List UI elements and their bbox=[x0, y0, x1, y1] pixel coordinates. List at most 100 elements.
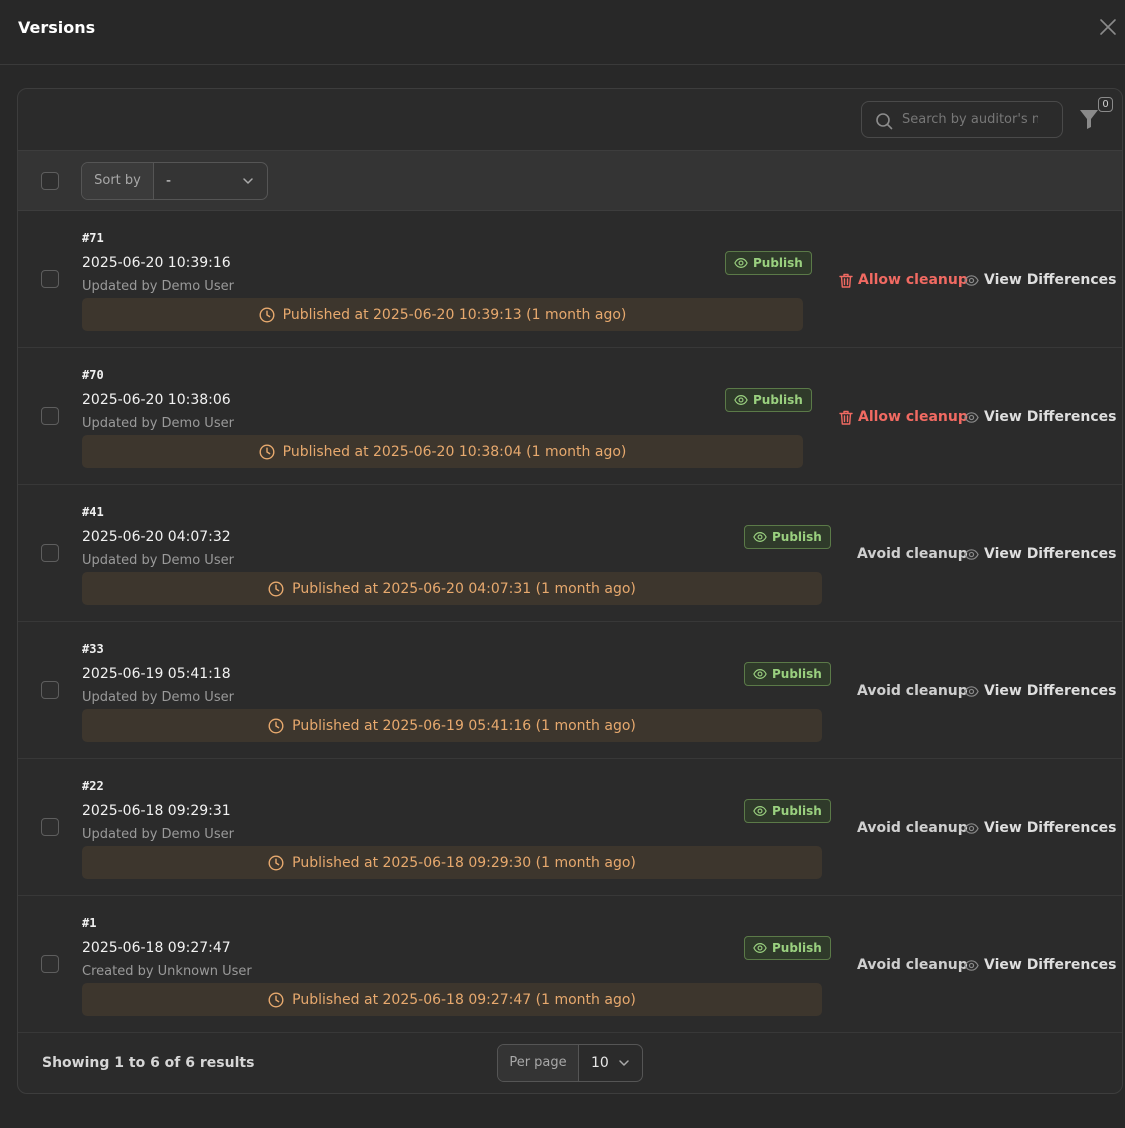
row-checkbox[interactable] bbox=[41, 270, 59, 288]
view-differences-button[interactable]: View Differences bbox=[964, 270, 1116, 290]
allow-cleanup-button[interactable]: Allow cleanup bbox=[839, 407, 968, 427]
eye-icon bbox=[964, 547, 979, 562]
sort-value: - bbox=[166, 173, 172, 189]
eye-icon bbox=[753, 941, 767, 955]
version-author: Created by Unknown User bbox=[82, 964, 252, 979]
sort-label: Sort by bbox=[82, 163, 154, 199]
published-at-bar: Published at 2025-06-19 05:41:16 (1 mont… bbox=[82, 709, 822, 742]
search-input[interactable] bbox=[902, 102, 1038, 137]
versions-list: #71 2025-06-20 10:39:16 Updated by Demo … bbox=[18, 211, 1122, 1033]
cleanup-label: Allow cleanup bbox=[858, 272, 968, 288]
avoid-cleanup-button[interactable]: Avoid cleanup bbox=[857, 681, 968, 701]
clock-icon bbox=[259, 443, 275, 460]
publish-badge-label: Publish bbox=[772, 530, 822, 544]
avoid-cleanup-button[interactable]: Avoid cleanup bbox=[857, 544, 968, 564]
per-page-value: 10 bbox=[591, 1055, 609, 1071]
view-differences-label: View Differences bbox=[984, 272, 1117, 288]
publish-badge: Publish bbox=[725, 388, 812, 412]
sort-select[interactable]: Sort by - bbox=[81, 162, 268, 200]
publish-badge: Publish bbox=[744, 936, 831, 960]
eye-icon bbox=[964, 410, 979, 425]
version-date: 2025-06-20 10:39:16 bbox=[82, 255, 231, 271]
version-row: #70 2025-06-20 10:38:06 Updated by Demo … bbox=[18, 348, 1122, 485]
eye-icon bbox=[753, 804, 767, 818]
row-checkbox[interactable] bbox=[41, 407, 59, 425]
row-checkbox[interactable] bbox=[41, 681, 59, 699]
version-author: Updated by Demo User bbox=[82, 416, 234, 431]
version-row: #22 2025-06-18 09:29:31 Updated by Demo … bbox=[18, 759, 1122, 896]
view-differences-button[interactable]: View Differences bbox=[964, 955, 1116, 975]
view-differences-button[interactable]: View Differences bbox=[964, 544, 1116, 564]
version-author: Updated by Demo User bbox=[82, 827, 234, 842]
published-at-text: Published at 2025-06-19 05:41:16 (1 mont… bbox=[292, 717, 636, 734]
published-at-bar: Published at 2025-06-18 09:29:30 (1 mont… bbox=[82, 846, 822, 879]
version-date: 2025-06-18 09:29:31 bbox=[82, 803, 231, 819]
published-at-bar: Published at 2025-06-18 09:27:47 (1 mont… bbox=[82, 983, 822, 1016]
view-differences-label: View Differences bbox=[984, 820, 1117, 836]
publish-badge-label: Publish bbox=[753, 393, 803, 407]
view-differences-button[interactable]: View Differences bbox=[964, 818, 1116, 838]
publish-badge-label: Publish bbox=[772, 667, 822, 681]
publish-badge: Publish bbox=[744, 662, 831, 686]
version-id: #22 bbox=[82, 779, 104, 793]
eye-icon bbox=[734, 256, 748, 270]
published-at-bar: Published at 2025-06-20 04:07:31 (1 mont… bbox=[82, 572, 822, 605]
version-date: 2025-06-19 05:41:18 bbox=[82, 666, 231, 682]
view-differences-label: View Differences bbox=[984, 546, 1117, 562]
published-at-bar: Published at 2025-06-20 10:39:13 (1 mont… bbox=[82, 298, 803, 331]
close-icon[interactable] bbox=[1099, 18, 1117, 36]
published-at-text: Published at 2025-06-20 04:07:31 (1 mont… bbox=[292, 580, 636, 597]
clock-icon bbox=[268, 991, 284, 1008]
publish-badge: Publish bbox=[744, 799, 831, 823]
version-author: Updated by Demo User bbox=[82, 279, 234, 294]
cleanup-label: Avoid cleanup bbox=[857, 820, 968, 836]
view-differences-label: View Differences bbox=[984, 409, 1117, 425]
avoid-cleanup-button[interactable]: Avoid cleanup bbox=[857, 955, 968, 975]
version-id: #41 bbox=[82, 505, 104, 519]
view-differences-button[interactable]: View Differences bbox=[964, 681, 1116, 701]
version-row: #33 2025-06-19 05:41:18 Updated by Demo … bbox=[18, 622, 1122, 759]
publish-badge: Publish bbox=[725, 251, 812, 275]
clock-icon bbox=[268, 717, 284, 734]
sort-bar: Sort by - bbox=[18, 150, 1122, 211]
eye-icon bbox=[964, 821, 979, 836]
view-differences-label: View Differences bbox=[984, 957, 1117, 973]
view-differences-button[interactable]: View Differences bbox=[964, 407, 1116, 427]
cleanup-label: Allow cleanup bbox=[858, 409, 968, 425]
row-checkbox[interactable] bbox=[41, 955, 59, 973]
allow-cleanup-button[interactable]: Allow cleanup bbox=[839, 270, 968, 290]
published-at-text: Published at 2025-06-20 10:39:13 (1 mont… bbox=[282, 306, 627, 323]
search-box[interactable] bbox=[861, 101, 1063, 138]
published-at-text: Published at 2025-06-20 10:38:04 (1 mont… bbox=[282, 443, 627, 460]
published-at-text: Published at 2025-06-18 09:29:30 (1 mont… bbox=[292, 854, 636, 871]
publish-badge-label: Publish bbox=[772, 804, 822, 818]
per-page-label: Per page bbox=[498, 1045, 579, 1081]
publish-badge: Publish bbox=[744, 525, 831, 549]
version-author: Updated by Demo User bbox=[82, 690, 234, 705]
chevron-down-icon bbox=[243, 178, 253, 184]
eye-icon bbox=[964, 684, 979, 699]
cleanup-label: Avoid cleanup bbox=[857, 957, 968, 973]
select-all-checkbox[interactable] bbox=[41, 172, 59, 190]
avoid-cleanup-button[interactable]: Avoid cleanup bbox=[857, 818, 968, 838]
modal-title: Versions bbox=[18, 18, 96, 37]
results-summary: Showing 1 to 6 of 6 results bbox=[42, 1055, 255, 1071]
filter-icon[interactable] bbox=[1079, 108, 1099, 130]
eye-icon bbox=[734, 393, 748, 407]
version-author: Updated by Demo User bbox=[82, 553, 234, 568]
cleanup-label: Avoid cleanup bbox=[857, 683, 968, 699]
eye-icon bbox=[753, 667, 767, 681]
modal-header: Versions bbox=[0, 0, 1125, 65]
published-at-bar: Published at 2025-06-20 10:38:04 (1 mont… bbox=[82, 435, 803, 468]
pagination-footer: Showing 1 to 6 of 6 results Per page 10 bbox=[18, 1033, 1122, 1093]
search-icon bbox=[876, 113, 893, 130]
version-date: 2025-06-20 04:07:32 bbox=[82, 529, 231, 545]
version-row: #1 2025-06-18 09:27:47 Created by Unknow… bbox=[18, 896, 1122, 1033]
row-checkbox[interactable] bbox=[41, 544, 59, 562]
version-row: #71 2025-06-20 10:39:16 Updated by Demo … bbox=[18, 211, 1122, 348]
clock-icon bbox=[268, 854, 284, 871]
eye-icon bbox=[964, 273, 979, 288]
row-checkbox[interactable] bbox=[41, 818, 59, 836]
per-page-select[interactable]: Per page 10 bbox=[497, 1044, 643, 1082]
versions-panel: 0 Sort by - #71 2025-06-20 10:39:16 Upda… bbox=[17, 88, 1123, 1094]
